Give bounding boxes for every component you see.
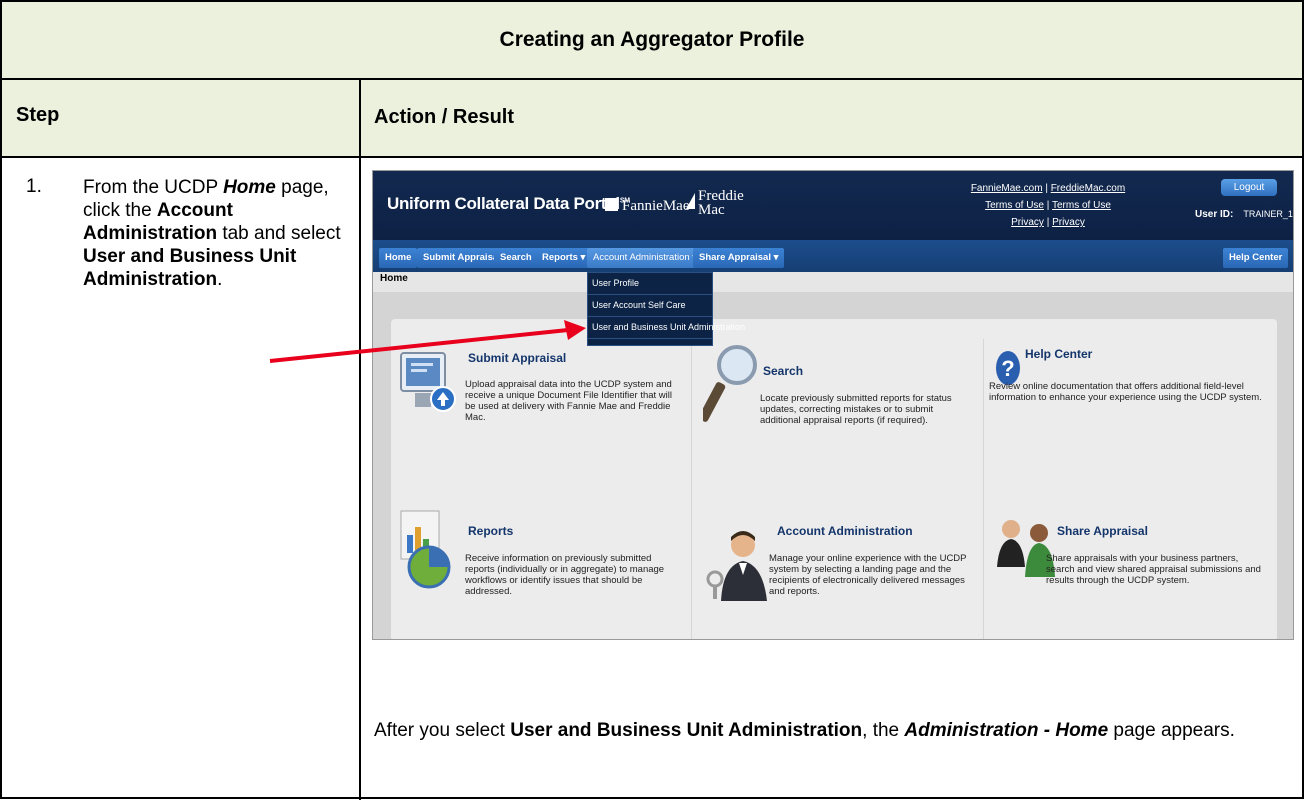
ucdp-screenshot: Uniform Collateral Data PortalSM FannieM… xyxy=(372,170,1294,640)
tab-account-administration[interactable]: Account Administration ▾ xyxy=(587,248,704,268)
home-panel: Submit Appraisal Upload appraisal data i… xyxy=(391,319,1277,639)
step-number: 1. xyxy=(26,176,42,197)
tab-home[interactable]: Home xyxy=(379,248,418,268)
column-header-step: Step xyxy=(16,104,60,126)
privacy-link-freddie[interactable]: Privacy xyxy=(1052,217,1085,228)
freddiemac-link[interactable]: FreddieMac.com xyxy=(1051,183,1125,194)
fannie-mae-logo: FannieMae xyxy=(605,198,689,215)
portal-header: Uniform Collateral Data PortalSM FannieM… xyxy=(373,171,1293,240)
result-text-part: page appears. xyxy=(1108,720,1235,741)
fannie-mae-icon xyxy=(605,198,618,211)
panel-divider xyxy=(691,339,692,639)
card-title-help-center[interactable]: Help Center xyxy=(1025,347,1092,361)
menu-item-user-business-unit-admin[interactable]: User and Business Unit Administration xyxy=(588,317,745,339)
card-desc-reports: Receive information on previously submit… xyxy=(465,553,665,597)
step-text-part: From the UCDP xyxy=(83,177,224,198)
step-text-home: Home xyxy=(223,177,276,198)
tab-reports[interactable]: Reports ▾ xyxy=(536,248,592,268)
result-text-part: After you select xyxy=(374,720,511,741)
card-title-search[interactable]: Search xyxy=(763,364,803,378)
fannie-mae-text: FannieMae xyxy=(622,198,690,214)
menu-item-user-account-self-care[interactable]: User Account Self Care xyxy=(588,295,712,317)
card-desc-account-administration: Manage your online experience with the U… xyxy=(769,553,967,597)
step-text-part: tab and select xyxy=(217,223,341,244)
tab-share-appraisal[interactable]: Share Appraisal ▾ xyxy=(693,248,785,268)
column-header-action: Action / Result xyxy=(374,106,515,128)
column-header-row: Step Action / Result xyxy=(2,80,1302,158)
main-nav: Home Submit Appraisal Search Reports ▾ A… xyxy=(373,240,1293,272)
portal-logo[interactable]: Uniform Collateral Data PortalSM xyxy=(387,194,630,214)
card-desc-submit-appraisal: Upload appraisal data into the UCDP syst… xyxy=(465,379,672,423)
link-separator: | xyxy=(1045,183,1048,194)
card-title-submit-appraisal[interactable]: Submit Appraisal xyxy=(468,351,566,365)
freddie-mac-icon xyxy=(686,193,695,209)
card-desc-help-center: Review online documentation that offers … xyxy=(989,381,1262,403)
account-admin-dropdown: User Profile User Account Self Care User… xyxy=(587,272,745,346)
card-title-reports[interactable]: Reports xyxy=(468,524,513,538)
svg-text:?: ? xyxy=(1001,356,1014,381)
result-text-part: , the xyxy=(862,720,905,741)
tab-search[interactable]: Search xyxy=(494,248,538,268)
breadcrumb[interactable]: Home xyxy=(373,272,1293,292)
table-title: Creating an Aggregator Profile xyxy=(2,2,1302,80)
step-text-user-admin: User and Business Unit Administration xyxy=(83,246,297,290)
result-text-bold: User and Business Unit Administration xyxy=(510,720,863,741)
card-desc-share-appraisal: Share appraisals with your business part… xyxy=(1046,553,1261,586)
menu-item-user-profile[interactable]: User Profile xyxy=(588,273,712,295)
user-id-value: TRAINER_1 xyxy=(1243,209,1293,219)
column-divider xyxy=(359,80,361,800)
panel-divider xyxy=(983,339,984,639)
step-instruction: From the UCDP Home page, click the Accou… xyxy=(83,176,353,291)
freddie-mac-logo: Freddie Mac xyxy=(686,189,744,218)
procedure-table: Creating an Aggregator Profile Step Acti… xyxy=(0,0,1304,800)
user-id-label: User ID: xyxy=(1195,209,1234,220)
header-links: FannieMae.com | FreddieMac.com Terms of … xyxy=(923,180,1173,231)
terms-link-fannie[interactable]: Terms of Use xyxy=(985,200,1044,211)
user-id: User ID: TRAINER_1 xyxy=(1195,209,1293,220)
logout-button[interactable]: Logout xyxy=(1221,179,1277,196)
reports-chart-icon[interactable] xyxy=(397,509,459,589)
link-separator: | xyxy=(1046,200,1050,211)
portal-name: Uniform Collateral Data Portal xyxy=(387,194,620,213)
result-text: After you select User and Business Unit … xyxy=(374,718,1254,744)
card-title-share-appraisal[interactable]: Share Appraisal xyxy=(1057,524,1148,538)
magnifier-icon[interactable] xyxy=(703,341,763,427)
link-separator: | xyxy=(1046,217,1050,228)
result-text-page-name: Administration - Home xyxy=(904,720,1109,741)
monitor-upload-icon[interactable] xyxy=(395,349,463,423)
terms-link-freddie[interactable]: Terms of Use xyxy=(1052,200,1111,211)
tab-help-center[interactable]: Help Center xyxy=(1223,248,1289,268)
fanniemae-link[interactable]: FannieMae.com xyxy=(971,183,1043,194)
card-title-account-administration[interactable]: Account Administration xyxy=(777,524,913,538)
step-text-part: . xyxy=(217,269,223,290)
card-desc-search: Locate previously submitted reports for … xyxy=(760,393,952,426)
privacy-link-fannie[interactable]: Privacy xyxy=(1011,217,1044,228)
admin-person-key-icon[interactable] xyxy=(705,529,769,603)
